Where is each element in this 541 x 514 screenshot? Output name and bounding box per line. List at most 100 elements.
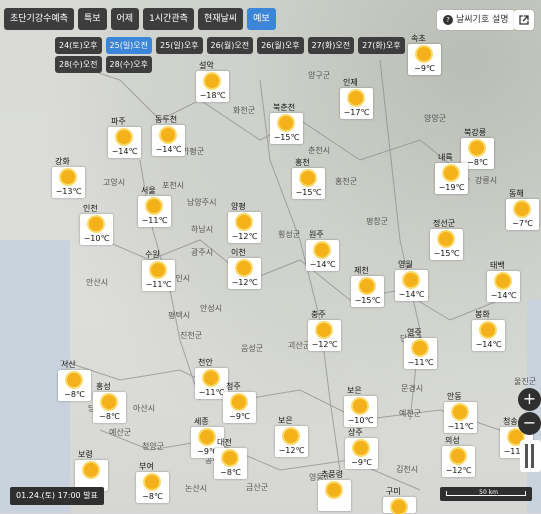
sunny-icon xyxy=(360,279,374,293)
city-weather-card[interactable]: −18℃ xyxy=(196,71,229,102)
date-tab[interactable]: 25(일)오후 xyxy=(156,37,203,54)
map-scroll-handle[interactable] xyxy=(520,440,541,472)
zoom-in-button[interactable]: + xyxy=(518,388,541,411)
city-temperature: −12℃ xyxy=(278,446,305,455)
date-row-1: 24(토)오후 25(일)오전 25(일)오후 26(월)오전 26(월)오후 … xyxy=(55,37,405,54)
city-weather-card[interactable]: −19℃ xyxy=(435,163,468,194)
city-weather-card[interactable]: −14℃ xyxy=(152,125,185,156)
city-name: 제천 xyxy=(354,266,369,275)
city-temperature: −8℃ xyxy=(220,468,241,477)
date-tab[interactable]: 27(화)오후 xyxy=(358,37,405,54)
city-temperature: −10℃ xyxy=(83,234,110,243)
city-weather-card[interactable]: −15℃ xyxy=(292,168,325,199)
city-weather-card[interactable]: −14℃ xyxy=(306,240,339,271)
city-temperature: −14℃ xyxy=(111,147,138,156)
city-weather-card[interactable]: −9℃ xyxy=(223,392,256,423)
city-weather-card[interactable]: −11℃ xyxy=(142,260,175,291)
city-temperature: −8℃ xyxy=(64,390,85,399)
warning-button[interactable]: 특보 xyxy=(77,8,107,30)
city-weather-card[interactable]: −12℃ xyxy=(228,212,261,243)
sunny-icon xyxy=(444,166,458,180)
city-weather-card[interactable]: −14℃ xyxy=(108,127,141,158)
date-tab-selected[interactable]: 25(일)오전 xyxy=(105,37,153,54)
date-tab[interactable]: 26(월)오후 xyxy=(257,37,304,54)
sunny-icon xyxy=(61,170,75,184)
date-tab[interactable]: 28(수)오전 xyxy=(55,56,102,73)
city-weather-card[interactable]: −11℃ xyxy=(444,402,477,433)
sunny-icon xyxy=(349,91,363,105)
city-weather-card[interactable]: −8℃ xyxy=(93,392,126,423)
date-tab[interactable]: 28(수)오후 xyxy=(105,56,153,73)
city-weather-card[interactable]: −15℃ xyxy=(270,113,303,144)
map-place-label: 청양군 xyxy=(142,442,165,451)
city-name: 동두천 xyxy=(155,115,178,124)
date-tab[interactable]: 24(토)오후 xyxy=(55,37,102,54)
zoom-out-button[interactable]: − xyxy=(518,412,541,435)
city-weather-card[interactable]: −10℃ xyxy=(80,214,113,245)
date-tab[interactable]: 27(화)오전 xyxy=(307,37,355,54)
external-link-button[interactable] xyxy=(514,10,534,30)
city-weather-card[interactable]: −8℃ xyxy=(214,448,247,479)
city-temperature: −10℃ xyxy=(347,416,374,425)
map-place-label: 하남시 xyxy=(191,225,214,234)
city-weather-card[interactable]: −11℃ xyxy=(138,196,171,227)
sunny-icon xyxy=(404,273,418,287)
city-temperature: −15℃ xyxy=(433,249,460,258)
city-name: 홍천 xyxy=(295,158,310,167)
city-weather-card[interactable]: −12℃ xyxy=(228,258,261,289)
city-temperature: −11℃ xyxy=(447,422,474,431)
hourly-obs-button[interactable]: 1시간관측 xyxy=(143,8,194,30)
sunny-icon xyxy=(417,47,431,61)
city-weather-card[interactable]: −9℃ xyxy=(408,44,441,75)
city-temperature: −11℃ xyxy=(145,280,172,289)
city-weather-card[interactable]: −8℃ xyxy=(58,370,91,401)
sunny-icon xyxy=(89,217,103,231)
sunny-icon xyxy=(147,199,161,213)
sunny-icon xyxy=(451,449,465,463)
map-place-label: 김천시 xyxy=(396,465,419,474)
city-temperature: −14℃ xyxy=(398,290,425,299)
city-weather-card[interactable]: −12℃ xyxy=(442,446,475,477)
sunny-icon xyxy=(284,429,298,443)
city-weather-card[interactable]: −12℃ xyxy=(275,426,308,457)
city-name: 보은 xyxy=(278,416,293,425)
city-name: 안동 xyxy=(447,392,462,401)
sunny-icon xyxy=(161,128,175,142)
city-weather-card[interactable]: −14℃ xyxy=(472,320,505,351)
city-weather-card[interactable]: −9℃ xyxy=(345,438,378,469)
map-place-label: 강릉시 xyxy=(475,176,498,185)
nowcast-button[interactable]: 초단기강수예측 xyxy=(4,8,74,30)
city-weather-card[interactable]: −8℃ xyxy=(136,472,169,503)
city-weather-card[interactable] xyxy=(318,480,351,511)
sunny-icon xyxy=(327,483,341,497)
city-weather-card[interactable]: −13℃ xyxy=(52,167,85,198)
city-weather-card[interactable]: −7℃ xyxy=(506,199,539,230)
city-weather-card[interactable]: −15℃ xyxy=(351,276,384,307)
date-tab[interactable]: 26(월)오전 xyxy=(206,37,254,54)
current-weather-button[interactable]: 현재날씨 xyxy=(197,8,244,30)
map-place-label: 평택시 xyxy=(168,311,191,320)
city-weather-card[interactable]: −17℃ xyxy=(340,88,373,119)
legend-help-button[interactable]: ? 날씨기호 설명 xyxy=(437,10,515,30)
map-place-label: 홍천군 xyxy=(335,177,358,186)
city-name: 충주 xyxy=(311,310,326,319)
sunny-icon xyxy=(353,399,367,413)
city-weather-card[interactable]: −10℃ xyxy=(344,396,377,427)
city-weather-card[interactable]: −12℃ xyxy=(308,320,341,351)
city-name: 대전 xyxy=(217,438,232,447)
forecast-button[interactable]: 예보 xyxy=(247,8,276,30)
city-name: 구미 xyxy=(386,487,401,496)
city-temperature: −15℃ xyxy=(354,296,381,305)
yesterday-button[interactable]: 어제 xyxy=(110,8,140,30)
city-name: 부여 xyxy=(139,462,154,471)
city-name: 세종 xyxy=(194,417,209,426)
city-weather-card[interactable] xyxy=(383,497,416,514)
city-temperature: −14℃ xyxy=(155,145,182,154)
city-weather-card[interactable]: −14℃ xyxy=(395,270,428,301)
city-weather-card[interactable]: −15℃ xyxy=(430,229,463,260)
city-weather-card[interactable]: −11℃ xyxy=(404,338,437,369)
map-place-label: 평창군 xyxy=(366,217,389,226)
city-weather-card[interactable]: −14℃ xyxy=(487,271,520,302)
sunny-icon xyxy=(496,274,510,288)
sunny-icon xyxy=(204,371,218,385)
